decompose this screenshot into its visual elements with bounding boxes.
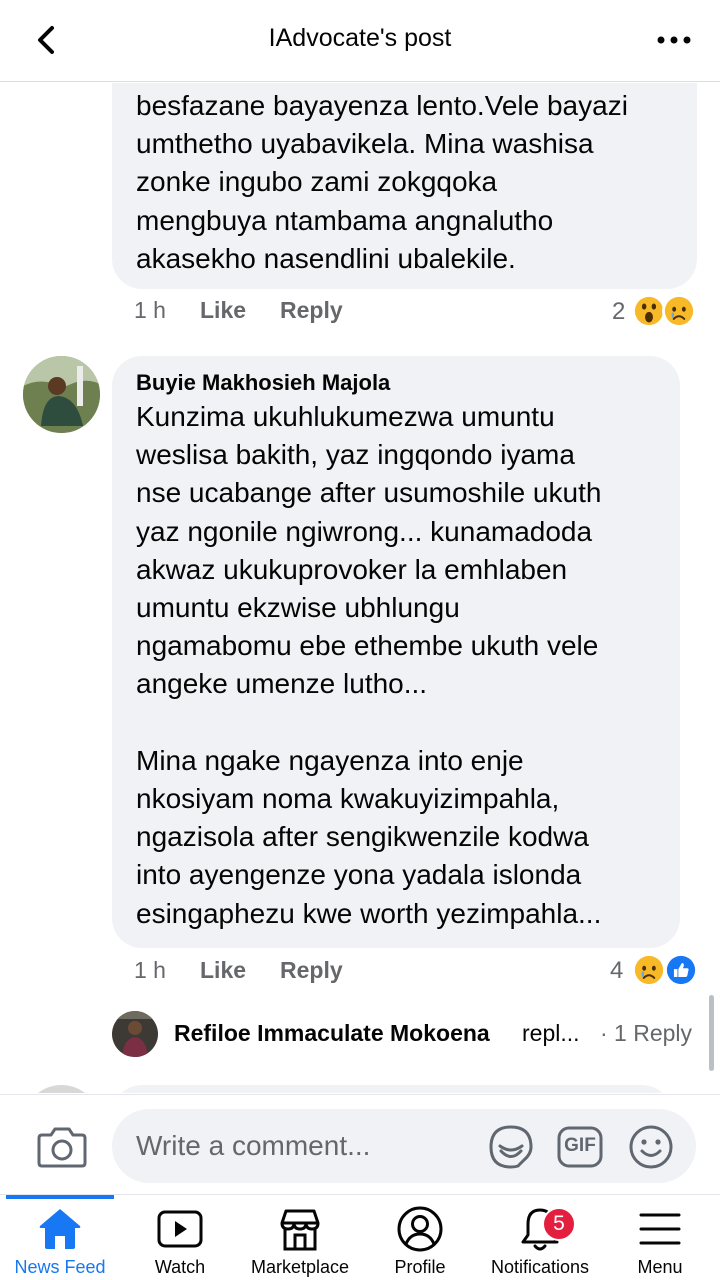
like-emoji-icon [664, 953, 698, 987]
reply-button[interactable]: Reply [280, 957, 343, 984]
tab-label: Notifications [490, 1257, 590, 1277]
reply-author[interactable]: Refiloe Immaculate Mokoena [174, 1020, 490, 1047]
tab-news-feed[interactable]: News Feed [0, 1201, 120, 1280]
active-tab-indicator [6, 1195, 114, 1199]
profile-photo [23, 1085, 100, 1093]
sticker-button[interactable] [488, 1124, 534, 1170]
camera-icon [37, 1127, 87, 1168]
notification-badge: 5 [542, 1207, 576, 1241]
comment-composer: GIF [0, 1094, 720, 1194]
reply-button[interactable]: Reply [280, 297, 343, 324]
reaction-count: 2 [612, 298, 626, 325]
smiley-icon [629, 1125, 673, 1169]
tab-label: Marketplace [250, 1257, 350, 1277]
page-title: IAdvocate's post [268, 24, 452, 52]
more-dots-icon [657, 36, 691, 44]
wow-emoji-icon [632, 294, 666, 328]
sticker-icon [489, 1125, 533, 1169]
reactions-summary[interactable]: 2 [612, 294, 702, 330]
tab-label: News Feed [14, 1257, 106, 1277]
like-button[interactable]: Like [200, 957, 246, 984]
emoji-button[interactable] [628, 1124, 674, 1170]
comment-bubble[interactable]: Buyie Makhosieh Majola Kunzima ukuhlukum… [112, 356, 680, 948]
reaction-count: 4 [610, 957, 624, 984]
tab-profile[interactable]: Profile [360, 1201, 480, 1280]
comment-text: besfazane bayayenza lento.Vele bayazi um… [136, 90, 628, 274]
tab-notifications[interactable]: 5 Notifications [480, 1201, 600, 1280]
sad-emoji-icon [632, 953, 666, 987]
post-header: IAdvocate's post [0, 0, 720, 82]
comment-time: 1 h [134, 297, 166, 323]
comment-author[interactable]: Buyie Makhosieh Majola [136, 370, 390, 396]
gif-label: GIF [564, 1135, 596, 1156]
bottom-tab-bar: News Feed Watch Marketplace Profile 5 No… [0, 1194, 720, 1280]
marketplace-icon [280, 1209, 320, 1251]
home-icon [39, 1209, 81, 1249]
comment-box[interactable]: GIF [112, 1109, 696, 1183]
profile-photo [112, 1011, 158, 1057]
avatar[interactable] [23, 356, 100, 433]
tab-label: Watch [154, 1257, 206, 1277]
tab-label: Menu [637, 1257, 683, 1277]
tab-menu[interactable]: Menu [600, 1201, 720, 1280]
reply-count[interactable]: · 1 Reply [600, 1020, 692, 1047]
tab-label: Profile [394, 1257, 446, 1277]
sad-emoji-icon [662, 294, 696, 328]
profile-photo [23, 356, 100, 433]
tab-marketplace[interactable]: Marketplace [240, 1201, 360, 1280]
gif-button[interactable]: GIF [556, 1125, 604, 1169]
comment-bubble[interactable]: besfazane bayayenza lento.Vele bayazi um… [112, 83, 697, 289]
reply-avatar[interactable] [112, 1011, 158, 1057]
more-options-button[interactable] [656, 28, 692, 52]
avatar[interactable] [23, 1085, 100, 1093]
profile-icon [397, 1206, 443, 1252]
comment-input[interactable] [136, 1129, 466, 1163]
like-button[interactable]: Like [200, 297, 246, 324]
menu-icon [639, 1213, 681, 1245]
comments-feed[interactable]: besfazane bayayenza lento.Vele bayazi um… [0, 83, 720, 1093]
camera-button[interactable] [36, 1125, 88, 1169]
comment-time: 1 h [134, 957, 166, 983]
scrollbar[interactable] [709, 995, 714, 1071]
tab-watch[interactable]: Watch [120, 1201, 240, 1280]
comment-bubble[interactable] [112, 1085, 672, 1093]
reactions-summary[interactable]: 4 [610, 953, 702, 989]
watch-icon [157, 1210, 203, 1248]
reply-verb: repl... [522, 1020, 580, 1046]
comment-text: Kunzima ukuhlukumezwa umuntu weslisa bak… [136, 401, 602, 929]
reply-preview[interactable]: Refiloe Immaculate Mokoena repl... · 1 R… [112, 1009, 712, 1057]
